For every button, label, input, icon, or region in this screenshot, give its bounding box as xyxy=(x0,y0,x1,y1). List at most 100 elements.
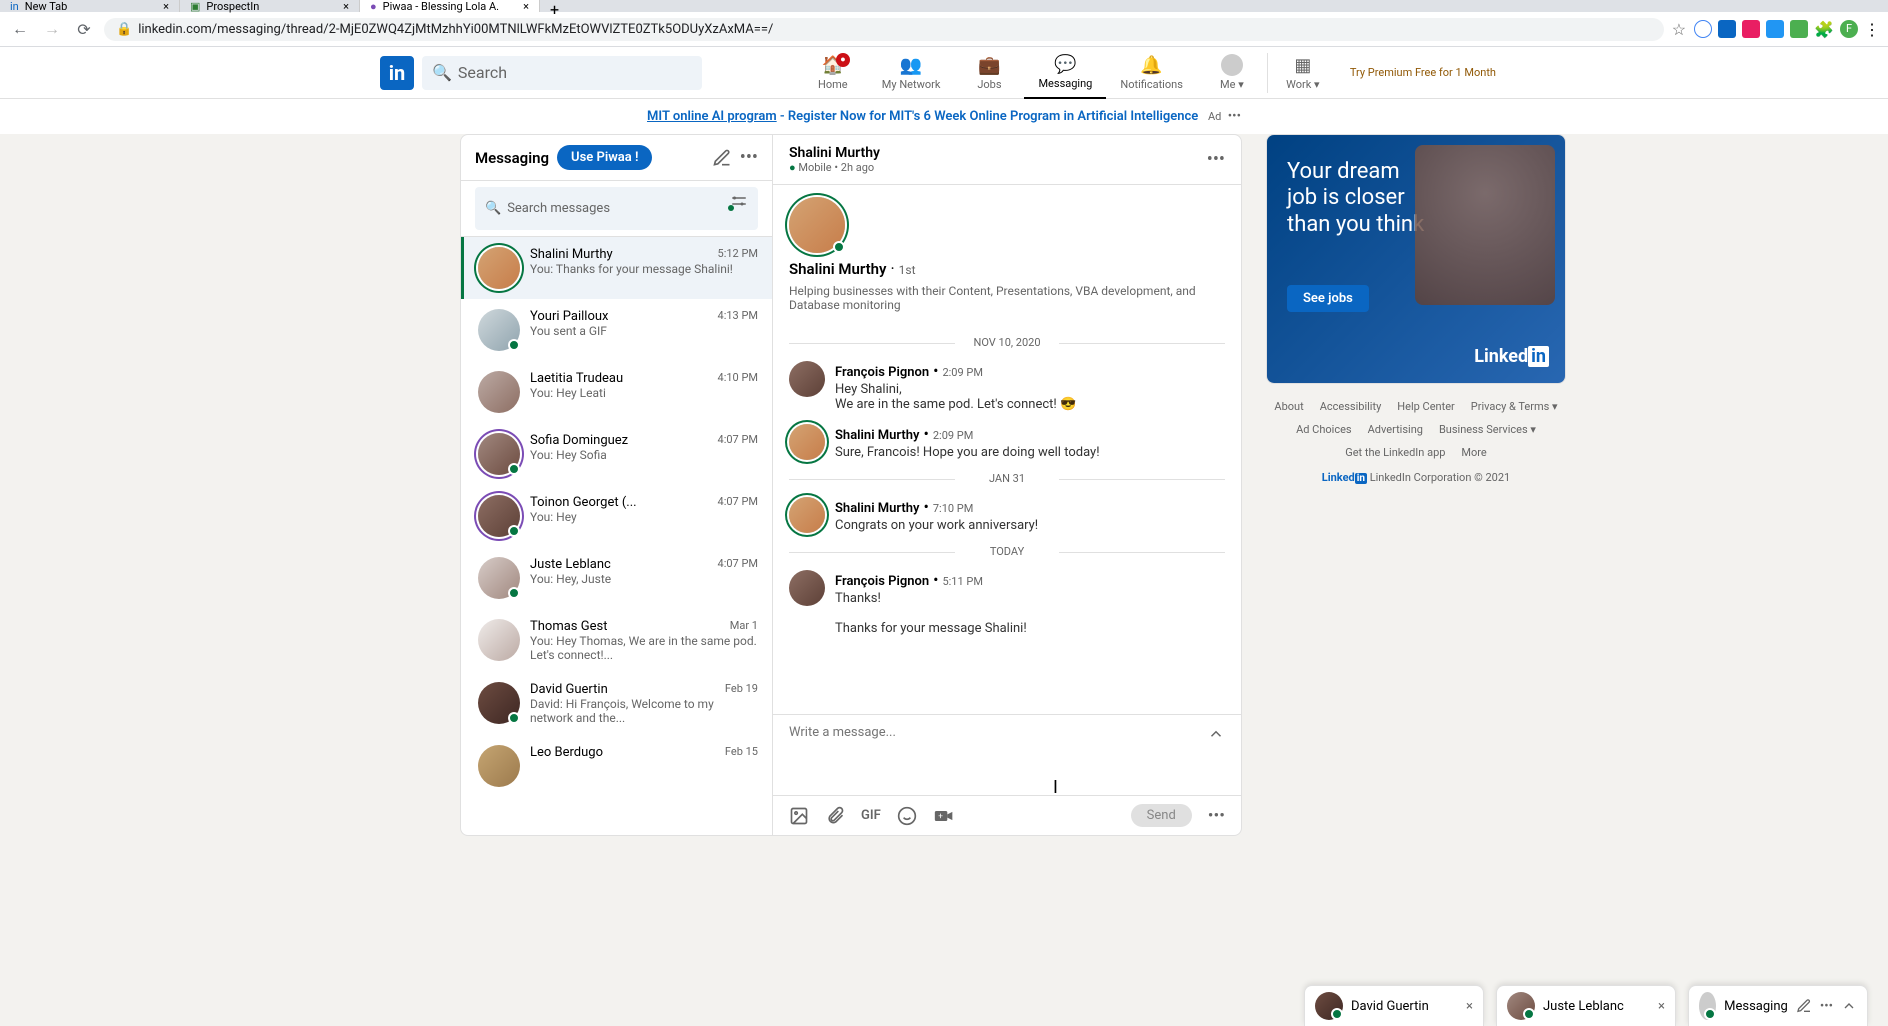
profile-avatar-icon[interactable]: F xyxy=(1840,20,1858,38)
forward-button[interactable]: → xyxy=(40,17,64,41)
search-icon: 🔍 xyxy=(432,63,452,82)
gif-button[interactable]: GIF xyxy=(861,808,881,823)
more-icon[interactable]: ••• xyxy=(1228,109,1241,124)
more-icon[interactable]: ••• xyxy=(1207,149,1225,170)
sender-name[interactable]: Shalini Murthy xyxy=(835,428,920,443)
linkedin-logo[interactable]: in xyxy=(380,56,414,90)
avatar-icon xyxy=(1315,992,1343,1020)
extension-icon[interactable] xyxy=(1742,20,1760,38)
sender-name[interactable]: François Pignon xyxy=(835,574,929,589)
nav-jobs[interactable]: 💼 Jobs xyxy=(954,47,1024,99)
new-tab-button[interactable]: + xyxy=(540,0,569,12)
conversation-list[interactable]: Shalini Murthy5:12 PM You: Thanks for yo… xyxy=(461,237,772,835)
message-thread[interactable]: Shalini Murthy · 1st Helping businesses … xyxy=(773,185,1241,714)
sender-name[interactable]: Shalini Murthy xyxy=(835,501,920,516)
browser-menu-icon[interactable]: ⋮ xyxy=(1864,20,1880,39)
more-icon[interactable]: ••• xyxy=(1208,806,1225,826)
conversation-time: 5:12 PM xyxy=(718,247,758,262)
extension-icon[interactable] xyxy=(1718,20,1736,38)
footer-link[interactable]: Accessibility xyxy=(1320,400,1382,413)
conversation-name: Laetitia Trudeau xyxy=(530,371,623,386)
chat-tab[interactable]: David Guertin × xyxy=(1304,985,1484,1026)
conversation-item[interactable]: Juste Leblanc4:07 PM You: Hey, Juste xyxy=(461,547,772,609)
image-icon[interactable] xyxy=(789,806,809,826)
more-icon[interactable]: ••• xyxy=(1820,999,1833,1014)
browser-tab[interactable]: ▣ProspectIn× xyxy=(180,0,360,12)
conversation-header: Shalini Murthy ● Mobile • 2h ago ••• xyxy=(773,135,1241,185)
video-icon[interactable]: + xyxy=(933,806,955,826)
back-button[interactable]: ← xyxy=(8,17,32,41)
close-icon[interactable]: × xyxy=(163,0,169,13)
conversation-item[interactable]: Laetitia Trudeau4:10 PM You: Hey Leati xyxy=(461,361,772,423)
nav-notifications[interactable]: 🔔 Notifications xyxy=(1106,47,1197,99)
conversation-time: Feb 15 xyxy=(725,745,758,760)
attachment-icon[interactable] xyxy=(825,806,845,826)
footer-link[interactable]: Advertising xyxy=(1368,423,1423,436)
browser-tab[interactable]: ●Piwaa - Blessing Lola A.× xyxy=(360,0,540,12)
bell-icon: 🔔 xyxy=(1140,55,1162,76)
lock-icon: 🔒 xyxy=(116,22,132,37)
profile-name[interactable]: Shalini Murthy xyxy=(789,260,887,278)
messaging-tab[interactable]: Messaging ••• xyxy=(1688,985,1868,1026)
search-input[interactable]: 🔍 Search xyxy=(422,56,702,90)
chat-tab[interactable]: Juste Leblanc × xyxy=(1496,985,1676,1026)
emoji-icon[interactable] xyxy=(897,806,917,826)
ad-banner-link[interactable]: MIT online AI program - Register Now for… xyxy=(647,109,1198,124)
extension-icon[interactable] xyxy=(1790,20,1808,38)
star-icon[interactable]: ☆ xyxy=(1672,20,1686,39)
sidebar-ad[interactable]: Your dream job is closer than you think … xyxy=(1266,134,1566,384)
nav-home[interactable]: 🏠● Home xyxy=(798,47,868,99)
ad-banner[interactable]: MIT online AI program - Register Now for… xyxy=(0,99,1888,134)
nav-messaging[interactable]: 💬 Messaging xyxy=(1024,47,1106,99)
search-messages-input[interactable]: 🔍 Search messages xyxy=(475,187,758,230)
compose-area[interactable]: I xyxy=(773,714,1241,795)
filter-icon[interactable] xyxy=(730,192,748,225)
compose-input[interactable] xyxy=(789,725,1207,785)
compose-toolbar: GIF + Send ••• xyxy=(773,795,1241,835)
extension-icon[interactable] xyxy=(1766,20,1784,38)
conversation-item[interactable]: Shalini Murthy5:12 PM You: Thanks for yo… xyxy=(461,237,772,299)
footer-link[interactable]: Business Services ▾ xyxy=(1439,423,1536,436)
nav-work[interactable]: ▦ Work ▾ xyxy=(1268,47,1338,99)
sender-avatar[interactable] xyxy=(789,570,825,606)
conversation-item[interactable]: David GuertinFeb 19 David: Hi François, … xyxy=(461,672,772,735)
ad-cta-button[interactable]: See jobs xyxy=(1287,285,1369,312)
extensions-menu-icon[interactable]: 🧩 xyxy=(1814,20,1834,39)
chevron-up-icon[interactable] xyxy=(1841,998,1857,1014)
extension-icon[interactable] xyxy=(1694,20,1712,38)
conversation-header-name[interactable]: Shalini Murthy xyxy=(789,145,880,161)
nav-me[interactable]: Me ▾ xyxy=(1197,47,1267,99)
footer-link[interactable]: Get the LinkedIn app xyxy=(1345,446,1445,459)
footer-link[interactable]: Ad Choices xyxy=(1296,423,1352,436)
use-piwaa-button[interactable]: Use Piwaa ! xyxy=(557,145,652,170)
close-icon[interactable]: × xyxy=(343,0,349,13)
compose-icon[interactable] xyxy=(1796,998,1812,1014)
more-icon[interactable]: ••• xyxy=(740,147,758,168)
reload-button[interactable]: ⟳ xyxy=(72,17,96,41)
footer-link[interactable]: More xyxy=(1461,446,1486,459)
linkedin-logo-icon: Linkedin xyxy=(1474,346,1549,367)
close-icon[interactable]: × xyxy=(523,0,529,13)
sender-name[interactable]: François Pignon xyxy=(835,365,929,380)
footer-link[interactable]: Privacy & Terms ▾ xyxy=(1471,400,1558,413)
sender-avatar[interactable] xyxy=(789,424,825,460)
nav-network[interactable]: 👥 My Network xyxy=(868,47,955,99)
conversation-item[interactable]: Leo BerdugoFeb 15 xyxy=(461,735,772,797)
close-icon[interactable]: × xyxy=(1466,999,1473,1014)
conversation-item[interactable]: Youri Pailloux4:13 PM You sent a GIF xyxy=(461,299,772,361)
close-icon[interactable]: × xyxy=(1658,999,1665,1014)
send-button[interactable]: Send xyxy=(1131,804,1192,827)
browser-tab[interactable]: inNew Tab× xyxy=(0,0,180,12)
footer-link[interactable]: Help Center xyxy=(1397,400,1455,413)
footer-link[interactable]: About xyxy=(1274,400,1303,413)
compose-icon[interactable] xyxy=(712,148,732,168)
premium-link[interactable]: Try Premium Free for 1 Month xyxy=(1338,47,1508,99)
sender-avatar[interactable] xyxy=(789,497,825,533)
conversation-item[interactable]: Sofia Dominguez4:07 PM You: Hey Sofia xyxy=(461,423,772,485)
conversation-item[interactable]: Thomas GestMar 1 You: Hey Thomas, We are… xyxy=(461,609,772,672)
sender-avatar[interactable] xyxy=(789,361,825,397)
url-input[interactable]: 🔒 linkedin.com/messaging/thread/2-MjE0ZW… xyxy=(104,18,1664,41)
expand-icon[interactable] xyxy=(1207,725,1225,743)
profile-avatar[interactable] xyxy=(789,197,845,253)
conversation-item[interactable]: Toinon Georget (...4:07 PM You: Hey xyxy=(461,485,772,547)
